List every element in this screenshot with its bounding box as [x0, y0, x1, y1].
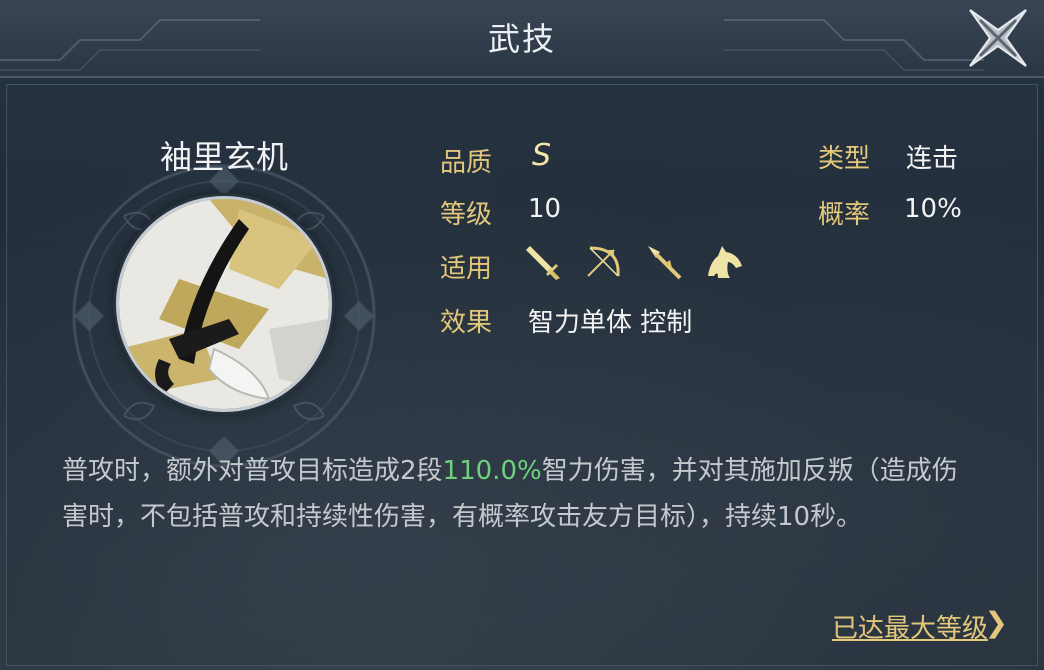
sword-icon — [526, 246, 560, 280]
skill-icon[interactable] — [116, 196, 332, 412]
chance-label: 概率 — [818, 200, 871, 230]
skill-name: 袖里玄机 — [159, 138, 288, 176]
effect-label: 效果 — [440, 308, 493, 338]
skill-description: 普攻时，额外对普攻目标造成2段110.0%智力伤害，并对其施加反叛（造成伤害时，… — [62, 448, 982, 540]
type-label: 类型 — [818, 144, 871, 174]
quality-label: 品质 — [440, 148, 493, 178]
hidden-blade-art-icon — [119, 199, 329, 409]
level-label: 等级 — [440, 200, 493, 230]
chance-value: 10% — [904, 194, 962, 224]
page-title: 武技 — [487, 20, 556, 58]
type-value: 连击 — [906, 144, 959, 174]
description-text-before: 普攻时，额外对普攻目标造成2段 — [62, 456, 443, 486]
spear-icon — [648, 246, 682, 280]
level-value: 10 — [528, 194, 562, 224]
quality-value: S — [532, 138, 552, 173]
horse-icon — [708, 246, 742, 278]
chevron-right-icon[interactable]: ❯ — [985, 606, 1008, 639]
bow-icon — [587, 246, 620, 277]
description-highlight: 110.0% — [442, 456, 542, 486]
max-level-link[interactable]: 已达最大等级 — [832, 608, 988, 645]
header-bar: 武技 — [0, 0, 1044, 78]
close-icon[interactable] — [962, 2, 1034, 74]
effect-value: 智力单体 控制 — [528, 308, 693, 338]
applicable-label: 适用 — [440, 254, 493, 284]
